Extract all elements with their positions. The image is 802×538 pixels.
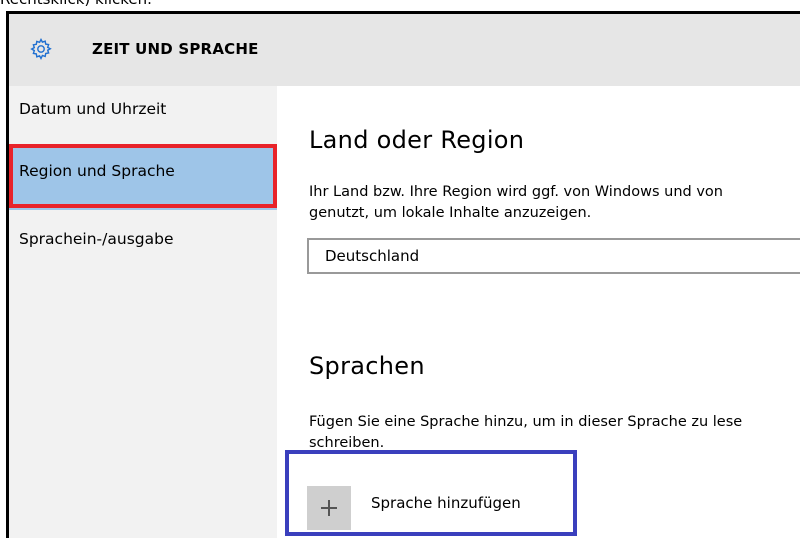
sidebar-item-label: Sprachein-/ausgabe bbox=[19, 230, 174, 248]
languages-description: Fügen Sie eine Sprache hinzu, um in dies… bbox=[309, 412, 800, 454]
highlight-box-red bbox=[9, 144, 277, 208]
country-select[interactable]: Deutschland bbox=[307, 238, 800, 274]
languages-description-line1: Fügen Sie eine Sprache hinzu, um in dies… bbox=[309, 414, 743, 430]
sidebar-item-sprachein-ausgabe[interactable]: Sprachein-/ausgabe bbox=[9, 216, 277, 278]
header-bar: ZEIT UND SPRACHE bbox=[9, 14, 800, 86]
region-description-line2: genutzt, um lokale Inhalte anzuzeigen. bbox=[309, 205, 592, 221]
section-heading-languages: Sprachen bbox=[309, 352, 425, 380]
country-select-value: Deutschland bbox=[325, 247, 420, 265]
highlight-box-blue bbox=[285, 450, 577, 536]
region-description: Ihr Land bzw. Ihre Region wird ggf. von … bbox=[309, 182, 800, 224]
gear-icon bbox=[30, 37, 52, 61]
section-heading-region: Land oder Region bbox=[309, 126, 525, 154]
caption-text: Rechtsklick) klicken. bbox=[0, 0, 152, 10]
page-title: ZEIT UND SPRACHE bbox=[92, 40, 259, 58]
region-description-line1: Ihr Land bzw. Ihre Region wird ggf. von … bbox=[309, 184, 723, 200]
sidebar-item-label: Datum und Uhrzeit bbox=[19, 100, 167, 118]
sidebar-item-datum-und-uhrzeit[interactable]: Datum und Uhrzeit bbox=[9, 86, 277, 148]
